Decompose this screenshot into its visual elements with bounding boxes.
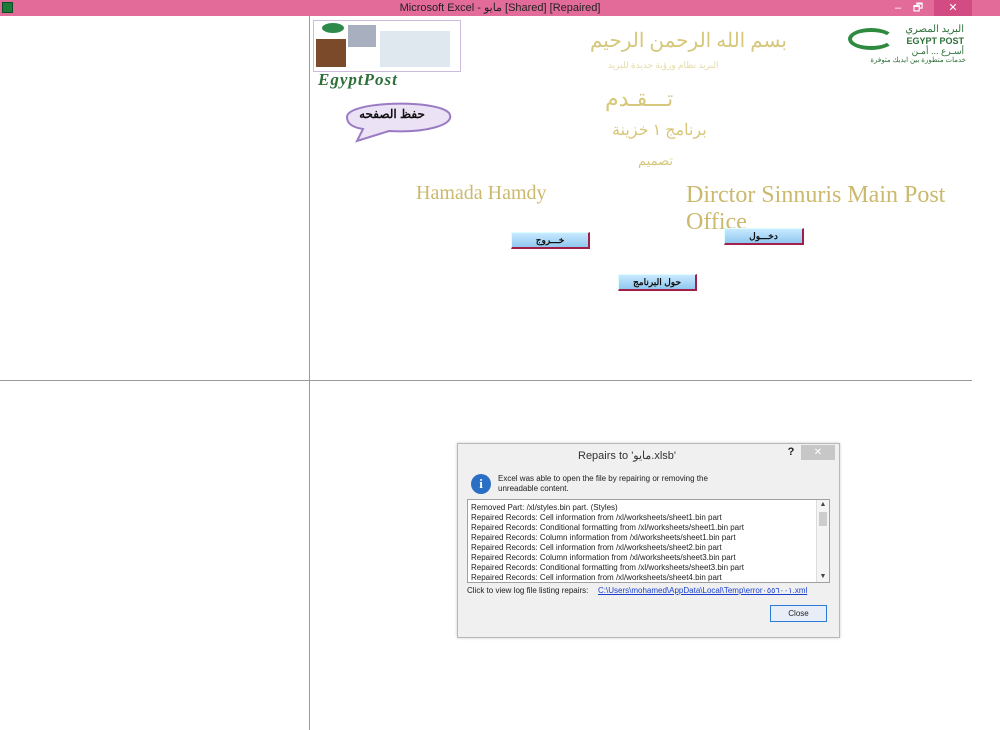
list-item: Removed Part: /xl/styles.bin part. (Styl… [471,503,618,512]
dialog-title: Repairs to 'مايو.xlsb' [578,450,677,462]
scroll-up-icon[interactable]: ▲ [817,500,829,510]
author-name: Hamada Hamdy [416,182,547,204]
basmala-heading: بسم الله الرحمن الرحيم [590,30,787,52]
close-window-button[interactable]: ✕ [934,0,972,16]
list-item: Repaired Records: Cell information from … [471,573,722,582]
minimize-button[interactable]: – [888,0,908,16]
save-page-label: حفظ الصفحه [359,107,425,121]
program-title: برنامج ١ خزينة [612,122,707,139]
egypt-post-logo-text: EgyptPost [318,70,398,89]
info-icon: i [471,474,491,494]
egypt-post-logo: البريد المصري EGYPT POST أسـرع ... أمـن … [846,22,966,67]
close-button[interactable]: Close [770,605,827,622]
maximize-button[interactable]: 🗗 [908,0,928,16]
welcome-heading: تـــقـدم [605,86,674,111]
swoosh-icon [848,28,894,50]
about-program-button[interactable]: حول البرنامج [618,274,697,291]
dialog-message-cont: unreadable content. [498,484,569,493]
list-item: Repaired Records: Column information fro… [471,553,736,562]
repairs-dialog: Repairs to 'مايو.xlsb' ? ✕ i Excel was a… [457,443,840,638]
scroll-down-icon[interactable]: ▼ [817,572,829,582]
dialog-message: Excel was able to open the file by repai… [498,474,708,483]
post-photo-collage [313,20,461,72]
dialog-close-icon[interactable]: ✕ [801,445,835,460]
dialog-titlebar[interactable]: Repairs to 'مايو.xlsb' ? ✕ [458,444,839,466]
window-titlebar: Microsoft Excel - مايو [Shared] [Repaire… [0,0,1000,16]
right-margin [972,16,1000,730]
scroll-thumb[interactable] [819,512,827,526]
exit-button[interactable]: خـــروج [511,232,590,249]
list-item: Repaired Records: Cell information from … [471,513,722,522]
enter-button[interactable]: دخـــول [724,228,804,245]
pane-split-vertical[interactable] [309,16,310,730]
list-item: Repaired Records: Column information fro… [471,533,736,542]
window-title: Microsoft Excel - مايو [Shared] [Repaire… [399,2,601,14]
list-item: Repaired Records: Conditional formatting… [471,563,745,572]
log-scrollbar[interactable]: ▲ ▼ [816,500,829,582]
save-page-button[interactable]: حفظ الصفحه [329,95,455,143]
help-icon[interactable]: ? [782,446,800,460]
design-credit-label: تصميم [638,153,673,168]
motto-text: البريد نظام ورؤية جديدة للبريد [608,60,719,70]
pane-split-horizontal[interactable] [0,380,972,381]
log-file-link[interactable]: C:\Users\mohamed\AppData\Local\Temp\erro… [598,586,807,595]
list-item: Repaired Records: Cell information from … [471,543,722,552]
log-file-label: Click to view log file listing repairs: [467,586,589,595]
repair-log-list[interactable]: Removed Part: /xl/styles.bin part. (Styl… [467,499,830,583]
list-item: Repaired Records: Conditional formatting… [471,523,745,532]
